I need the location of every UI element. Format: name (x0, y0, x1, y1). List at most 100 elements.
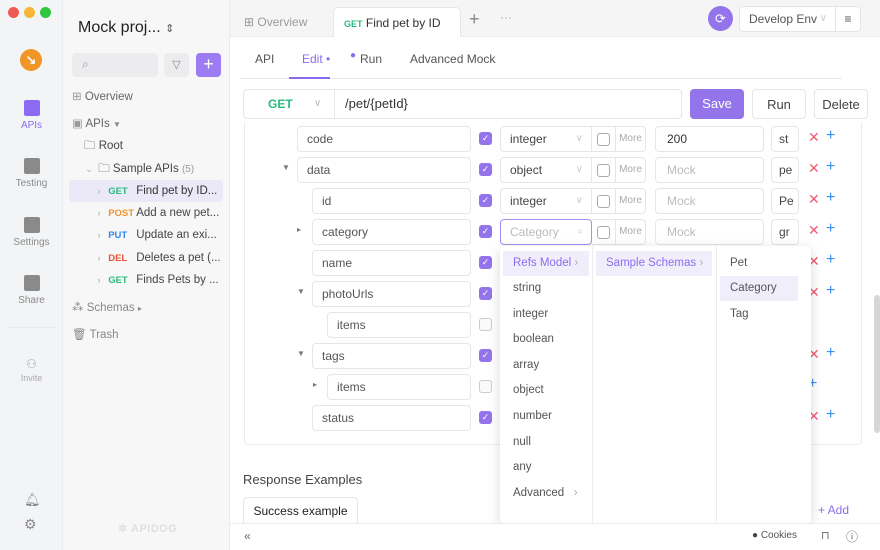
new-tab-button[interactable]: + (469, 9, 480, 30)
project-switcher[interactable]: Mock proj... ⇕ (78, 19, 174, 37)
nullable-checkbox[interactable] (592, 219, 616, 245)
sidebar-item-trash[interactable]: 🗑︎ Trash (72, 324, 226, 346)
description-input[interactable]: pe (771, 157, 799, 183)
delete-button[interactable]: Delete (814, 89, 868, 119)
sidebar-endpoint[interactable]: › GET Find pet by ID... (69, 180, 223, 202)
type-select[interactable]: integer ∨ (500, 188, 592, 214)
sync-button[interactable]: ⟳ (708, 6, 733, 31)
collapse-caret-icon[interactable]: ▼ (297, 349, 305, 358)
notification-bell-icon[interactable]: 🔔︎ (24, 492, 41, 508)
add-row-icon[interactable]: + (826, 344, 835, 362)
nullable-checkbox[interactable] (592, 157, 616, 183)
sidebar-endpoint[interactable]: › DEL Deletes a pet (... (69, 247, 223, 269)
more-button[interactable]: More (616, 219, 646, 245)
type-select[interactable]: object ∨ (500, 157, 592, 183)
schema-option-selected[interactable]: Category (720, 276, 798, 301)
mock-input[interactable]: Mock (655, 188, 764, 214)
rail-item-settings[interactable]: Settings (0, 217, 63, 248)
sidebar-endpoint[interactable]: › PUT Update an exi... (69, 224, 223, 246)
schema-option[interactable]: Pet (720, 251, 747, 276)
add-row-icon[interactable]: + (826, 282, 835, 300)
required-checkbox[interactable]: ✓ (479, 256, 492, 269)
field-name-input[interactable]: code (297, 126, 471, 152)
expand-caret-icon[interactable]: ▸ (297, 225, 301, 234)
tab-find-pet[interactable]: GET Find pet by ID ● (333, 7, 461, 61)
menu-button[interactable]: ≡ (836, 6, 861, 32)
field-name-input[interactable]: tags (312, 343, 471, 369)
field-name-input[interactable]: name (312, 250, 471, 276)
more-tabs-button[interactable]: ··· (500, 10, 512, 24)
environment-select[interactable]: Develop Env ∨ (739, 6, 836, 32)
vertical-scrollbar[interactable] (874, 295, 880, 433)
add-row-icon[interactable]: + (826, 406, 835, 424)
type-option[interactable]: integer (503, 302, 548, 327)
required-checkbox[interactable]: ✓ (479, 163, 492, 176)
sidebar-item-root[interactable]: 🗀 Root (84, 135, 238, 157)
add-row-icon[interactable]: + (826, 158, 835, 176)
rail-item-share[interactable]: Share (0, 275, 63, 306)
add-row-icon[interactable]: + (826, 220, 835, 238)
delete-row-icon[interactable]: ✕ (808, 129, 820, 146)
required-checkbox[interactable] (479, 380, 492, 393)
nullable-checkbox[interactable] (592, 188, 616, 214)
type-option[interactable]: boolean (503, 327, 554, 352)
collapse-sidebar-icon[interactable]: « (244, 529, 251, 543)
type-option-advanced[interactable]: Advanced › (503, 481, 578, 506)
sidebar-item-schemas[interactable]: ⁂ Schemas ▸ (72, 297, 226, 319)
nullable-checkbox[interactable] (592, 126, 616, 152)
shirt-icon[interactable]: ⊓ (821, 529, 830, 542)
delete-row-icon[interactable]: ✕ (808, 222, 820, 239)
type-option[interactable]: array (503, 353, 539, 378)
field-name-input[interactable]: photoUrls (312, 281, 471, 307)
field-name-input[interactable]: data (297, 157, 471, 183)
sidebar-endpoint[interactable]: › GET Finds Pets by ... (69, 269, 223, 291)
required-checkbox[interactable]: ✓ (479, 287, 492, 300)
path-input[interactable]: /pet/{petId} (345, 90, 408, 118)
tab-overview[interactable]: ⊞ Overview (244, 7, 307, 37)
type-option[interactable]: null (503, 430, 531, 455)
more-button[interactable]: More (616, 188, 646, 214)
description-input[interactable]: Pe (771, 188, 799, 214)
sidebar-search-input[interactable]: ⌕ (72, 53, 158, 77)
collapse-caret-icon[interactable]: ▼ (282, 163, 290, 172)
type-option[interactable]: object (503, 378, 544, 403)
field-name-input[interactable]: status (312, 405, 471, 431)
delete-row-icon[interactable]: ✕ (808, 160, 820, 177)
sidebar-endpoint[interactable]: › POST Add a new pet... (69, 202, 223, 224)
description-input[interactable]: gr (771, 219, 799, 245)
collapse-caret-icon[interactable]: ▼ (297, 287, 305, 296)
subtab-run[interactable]: Run (360, 52, 382, 66)
required-checkbox[interactable]: ✓ (479, 132, 492, 145)
required-checkbox[interactable]: ✓ (479, 411, 492, 424)
add-example-button[interactable]: + Add (818, 503, 849, 517)
save-button[interactable]: Save (690, 89, 744, 119)
subtab-advanced-mock[interactable]: Advanced Mock (410, 52, 495, 66)
field-name-input[interactable]: items (327, 374, 471, 400)
add-row-icon[interactable]: + (826, 251, 835, 269)
add-button[interactable]: + (196, 53, 221, 77)
field-name-input[interactable]: category (312, 219, 471, 245)
close-window-button[interactable] (8, 7, 19, 18)
required-checkbox[interactable]: ✓ (479, 225, 492, 238)
minimize-window-button[interactable] (24, 7, 35, 18)
required-checkbox[interactable] (479, 318, 492, 331)
schema-option[interactable]: Tag (720, 302, 749, 327)
more-button[interactable]: More (616, 157, 646, 183)
add-row-icon[interactable]: + (826, 127, 835, 145)
required-checkbox[interactable]: ✓ (479, 194, 492, 207)
subtab-api[interactable]: API (255, 52, 274, 66)
expand-caret-icon[interactable]: ▸ (313, 380, 317, 389)
mock-input[interactable]: Mock (655, 157, 764, 183)
delete-row-icon[interactable]: ✕ (808, 191, 820, 208)
field-name-input[interactable]: items (327, 312, 471, 338)
sidebar-item-apis[interactable]: ▣ APIs ▼ (72, 113, 226, 135)
sidebar-item-overview[interactable]: ⊞ Overview (72, 86, 226, 108)
mock-input[interactable]: 200 (655, 126, 764, 152)
maximize-window-button[interactable] (40, 7, 51, 18)
type-search-input[interactable]: Category ⌕ (500, 219, 592, 245)
mock-input[interactable]: Mock (655, 219, 764, 245)
rail-item-apis[interactable]: APIs (0, 100, 63, 131)
field-name-input[interactable]: id (312, 188, 471, 214)
gear-icon[interactable]: ⚙ (24, 516, 37, 533)
type-option-refs-model[interactable]: Refs Model › (503, 251, 589, 276)
